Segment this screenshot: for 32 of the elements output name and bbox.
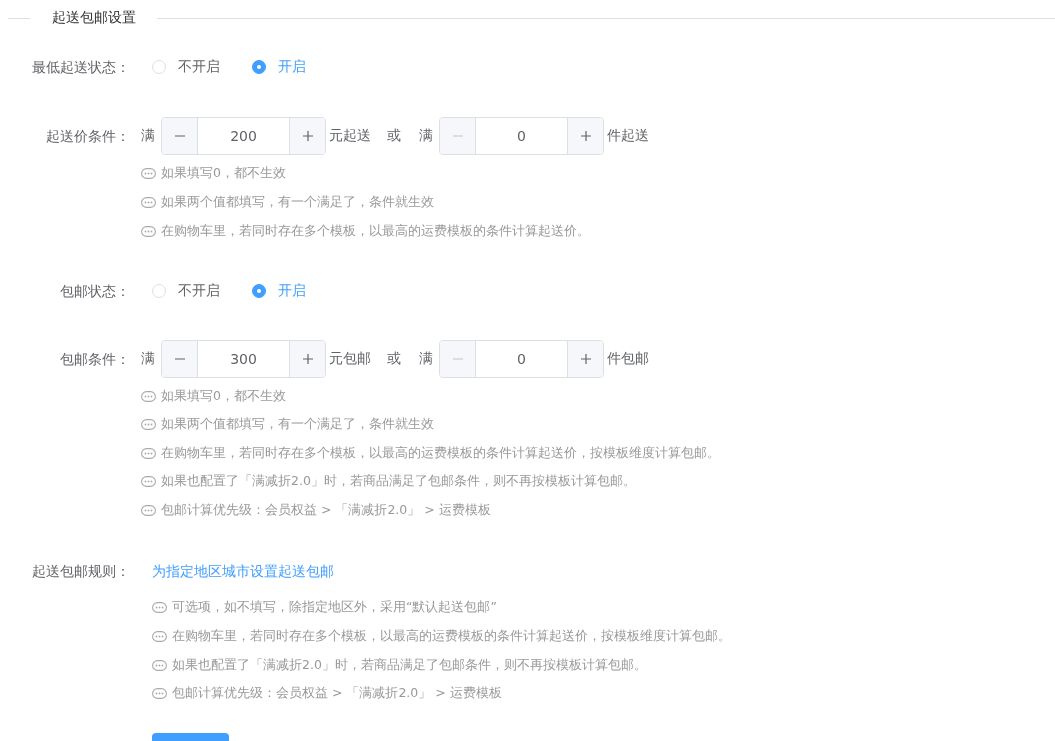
number-stepper[interactable]: 0 xyxy=(439,117,604,155)
field-label: 包邮条件： xyxy=(59,350,130,369)
joiner-text: 或 xyxy=(387,127,401,145)
hint-text: 如果填写0，都不生效 xyxy=(161,387,286,405)
section-title: 起送包邮设置 xyxy=(52,9,136,27)
joiner-text: 或 xyxy=(387,350,401,368)
number-stepper[interactable]: 0 xyxy=(439,340,604,378)
hint-text: 在购物车里，若同时存在多个模板，以最高的运费模板的条件计算起送价。 xyxy=(161,223,590,240)
hint-text: 包邮计算优先级：会员权益 > 「满减折2.0」 > 运费模板 xyxy=(172,685,502,703)
unit-text: 元起送 xyxy=(329,127,371,145)
prefix-text: 满 xyxy=(419,350,433,368)
unit-text: 件包邮 xyxy=(607,350,649,368)
field-label: 起送价条件： xyxy=(45,127,130,146)
hint-text: 包邮计算优先级：会员权益 > 「满减折2.0」 > 运费模板 xyxy=(161,501,491,519)
field-label: 最低起送状态： xyxy=(31,58,130,77)
radio-option[interactable]: 不开启 xyxy=(152,58,220,76)
prefix-text: 满 xyxy=(141,350,155,368)
hint-text: 如果填写0，都不生效 xyxy=(161,165,286,182)
number-stepper[interactable]: 300 xyxy=(161,340,326,378)
hint-text: 在购物车里，若同时存在多个模板，以最高的运费模板的条件计算起送价，按模板维度计算包邮。 xyxy=(172,628,731,646)
radio-option[interactable]: 不开启 xyxy=(152,282,220,300)
prefix-text: 满 xyxy=(419,127,433,145)
prefix-text: 满 xyxy=(141,127,155,145)
field-label: 起送包邮规则： xyxy=(31,561,130,581)
hint-text: 如果也配置了「满减折2.0」时，若商品满足了包邮条件，则不再按模板计算包邮。 xyxy=(161,473,636,491)
unit-text: 元包邮 xyxy=(329,350,371,368)
hint-text: 可选项，如不填写，除指定地区外，采用“默认起送包邮” xyxy=(172,599,497,617)
hint-text: 在购物车里，若同时存在多个模板，以最高的运费模板的条件计算起送价，按模板维度计算包邮。 xyxy=(161,444,720,462)
unit-text: 件起送 xyxy=(607,127,649,145)
field-label: 包邮状态： xyxy=(59,282,130,301)
hint-text: 如果也配置了「满减折2.0」时，若商品满足了包邮条件，则不再按模板计算包邮。 xyxy=(172,656,647,674)
number-stepper[interactable]: 200 xyxy=(161,117,326,155)
